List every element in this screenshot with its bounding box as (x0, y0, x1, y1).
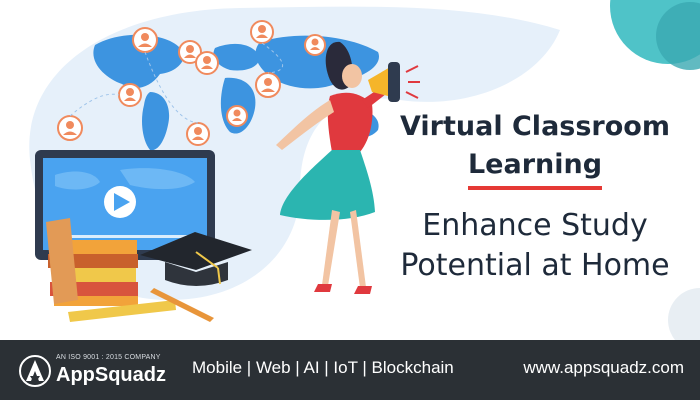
subtitle-line1: Enhance Study (422, 208, 648, 243)
brand-logo[interactable]: AN ISO 9001 : 2015 COMPANY AppSquadz (18, 350, 178, 390)
brand-name: AppSquadz (56, 364, 166, 386)
title-line1: Virtual Classroom (400, 111, 670, 142)
subtitle-line2: Potential at Home (400, 248, 670, 283)
appsquadz-logo-icon (19, 355, 51, 387)
iso-label: AN ISO 9001 : 2015 COMPANY (56, 354, 161, 361)
website-link[interactable]: www.appsquadz.com (523, 358, 684, 378)
hero-banner: Virtual Classroom Learning Enhance Study… (0, 0, 700, 340)
title-block: Virtual Classroom Learning Enhance Study… (385, 108, 685, 286)
footer-bar: AN ISO 9001 : 2015 COMPANY AppSquadz Mob… (0, 340, 700, 400)
services-list: Mobile | Web | AI | IoT | Blockchain (192, 358, 454, 377)
subtitle: Enhance Study Potential at Home (385, 206, 685, 286)
title-line2: Learning (467, 146, 603, 190)
page-title: Virtual Classroom Learning (385, 108, 685, 190)
